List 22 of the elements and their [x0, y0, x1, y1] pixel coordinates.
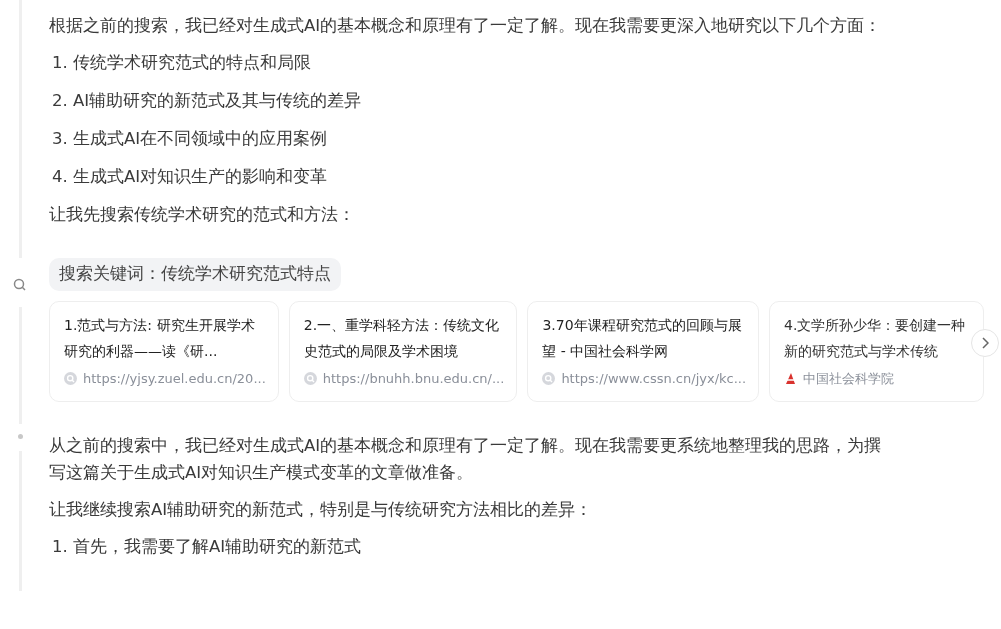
list-item: 1. 首先，我需要了解AI辅助研究的新范式 [51, 535, 363, 558]
result-card[interactable]: 3.70年课程研究范式的回顾与展望 - 中国社会科学网 https://www.cssn.cn/jyx/kc... [527, 300, 760, 402]
list-item: 3. 生成式AI在不同领域中的应用案例 [51, 128, 329, 150]
result-card[interactable]: 1.范式与方法: 研究生开展学术研究的利器——读《研... https://yjsy.zuel.edu.cn/20... [49, 300, 279, 402]
paragraph: 让我先搜索传统学术研究的范式和方法： [49, 204, 356, 226]
result-title[interactable]: 4.文学所孙少华：要创建一种新的研究范式与学术传统 [784, 311, 972, 364]
paragraph: 从之前的搜索中，我已经对生成式AI的基本概念和原理有了一定了解。现在我需要更系统地整理我的思路，为撰写这篇关于生成式AI对知识生产模式变革的文章做准备。 [49, 434, 883, 484]
result-card[interactable]: 2.一、重学科轻方法：传统文化史范式的局限及学术困境 https://bnuhh.bnu.edu.cn/... [288, 300, 518, 402]
paragraph: 让我继续搜索AI辅助研究的新范式，特别是与传统研究方法相比的差异： [49, 498, 594, 521]
next-button[interactable] [971, 328, 999, 357]
result-title[interactable]: 2.一、重学科轻方法：传统文化史范式的局限及学术困境 [303, 311, 505, 364]
list-item: 1. 传统学术研究范式的特点和局限 [51, 52, 312, 74]
result-title[interactable]: 1.范式与方法: 研究生开展学术研究的利器——读《研... [64, 311, 266, 364]
step-dot [17, 433, 23, 439]
chevron-right-icon [981, 336, 989, 349]
site-logo-icon [784, 372, 798, 385]
search-icon [13, 277, 27, 292]
list-item: 4. 生成式AI对知识生产的影响和变革 [51, 166, 329, 188]
result-title[interactable]: 3.70年课程研究范式的回顾与展望 - 中国社会科学网 [542, 311, 747, 364]
search-query-chip: 搜索关键词：传统学术研究范式特点 [49, 258, 341, 291]
paragraph: 根据之前的搜索，我已经对生成式AI的基本概念和原理有了一定了解。现在我需要更深入地研究以下几个方面： [49, 15, 883, 37]
list-item: 2. AI辅助研究的新范式及其与传统的差异 [51, 90, 363, 112]
